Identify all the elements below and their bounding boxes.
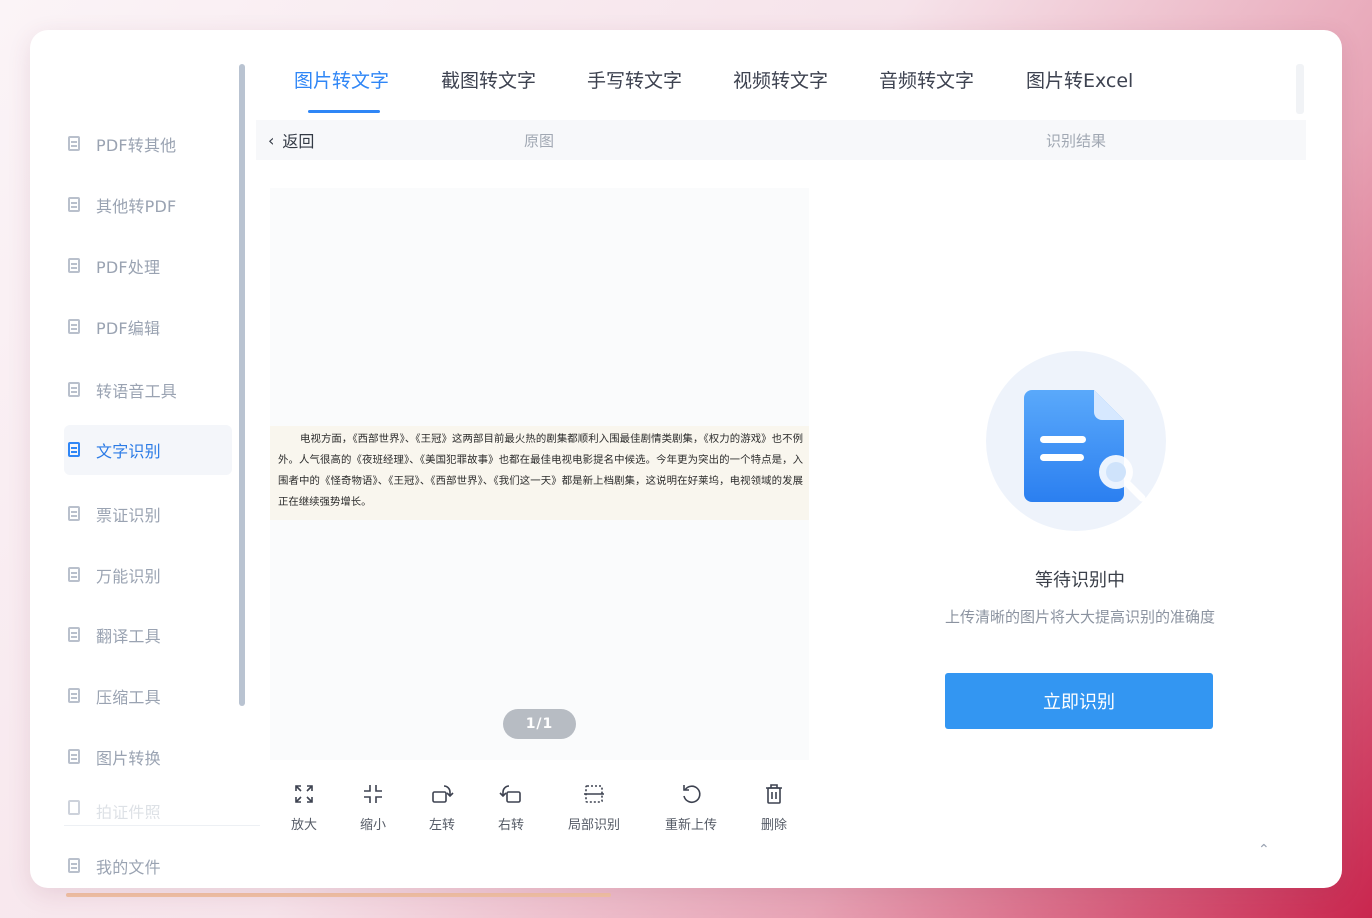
partial-recognize-button[interactable]: 局部识别 [564, 782, 624, 833]
sidebar-item-translate[interactable]: 翻译工具 [64, 610, 232, 660]
rotate-left-icon [432, 785, 454, 803]
to-pdf-icon [66, 196, 84, 214]
zoom-in-label: 放大 [290, 818, 317, 833]
sidebar-item-pdf-edit[interactable]: PDF编辑 [64, 302, 232, 352]
tab-image-to-text[interactable]: 图片转文字 [294, 66, 389, 93]
compress-arrows-icon [364, 785, 382, 803]
translate-icon [66, 626, 84, 644]
speech-icon [66, 381, 84, 399]
sidebar-scrollbar[interactable] [239, 64, 245, 706]
uploaded-image: 电视方面，《西部世界》、《王冠》这两部目前最火热的剧集都顺利入围最佳剧情类剧集，… [270, 426, 809, 520]
sidebar-item-label: 转语音工具 [96, 382, 178, 401]
active-tab-indicator [308, 110, 380, 113]
sidebar-item-label: PDF转其他 [96, 136, 177, 155]
sidebar: PDF转其他 其他转PDF PDF处理 PDF编辑 转语音工具 文字识别 票证识… [64, 64, 260, 877]
sidebar-item-my-files[interactable]: 我的文件 [64, 841, 232, 888]
tab-screenshot-to-text[interactable]: 截图转文字 [441, 66, 536, 93]
zoom-out-label: 缩小 [359, 818, 386, 833]
back-button[interactable]: ‹ 返回 [268, 128, 314, 152]
status-text: 等待识别中 [1035, 570, 1125, 591]
sidebar-item-label: 万能识别 [96, 567, 161, 586]
page-indicator: 1/1 [503, 709, 576, 739]
rotate-left-button[interactable]: 左转 [412, 782, 472, 833]
original-image-label: 原图 [524, 132, 555, 150]
sidebar-item-other-to-pdf[interactable]: 其他转PDF [64, 180, 232, 230]
sidebar-item-label: 图片转换 [96, 749, 161, 768]
sidebar-item-label: 我的文件 [96, 858, 161, 877]
sidebar-item-label: 压缩工具 [96, 688, 161, 707]
zoom-in-button[interactable]: 放大 [274, 782, 334, 833]
rotate-right-label: 右转 [497, 818, 524, 833]
trash-icon [766, 784, 782, 804]
sidebar-item-pdf-to-other[interactable]: PDF转其他 [64, 119, 232, 169]
pdf-process-icon [66, 257, 84, 275]
hint-text: 上传清晰的图片将大大提高识别的准确度 [944, 608, 1215, 626]
partial-recognize-label: 局部识别 [567, 818, 620, 833]
expand-icon [295, 785, 313, 803]
chevron-up-icon[interactable]: ⌃ [1258, 842, 1270, 858]
sidebar-item-speech[interactable]: 转语音工具 [64, 365, 232, 415]
tab-video-to-text[interactable]: 视频转文字 [733, 66, 828, 93]
image-convert-icon [66, 748, 84, 766]
refresh-icon [683, 785, 701, 803]
sidebar-item-label: 翻译工具 [96, 627, 161, 646]
pdf-convert-icon [66, 135, 84, 153]
chevron-left-icon: ‹ [268, 130, 275, 150]
sidebar-item-label: 拍证件照 [96, 803, 161, 819]
sidebar-item-label: PDF处理 [96, 258, 161, 277]
tab-handwriting-to-text[interactable]: 手写转文字 [587, 66, 682, 93]
result-panel: 等待识别中 上传清晰的图片将大大提高识别的准确度 立即识别 [890, 340, 1270, 740]
tab-audio-to-text[interactable]: 音频转文字 [879, 66, 974, 93]
tabs-scrollbar[interactable] [1296, 64, 1304, 114]
decorative-bar [66, 893, 611, 897]
sidebar-item-image-convert[interactable]: 图片转换 [64, 732, 232, 782]
pdf-edit-icon [66, 318, 84, 336]
tab-image-to-excel[interactable]: 图片转Excel [1026, 66, 1133, 93]
zoom-out-button[interactable]: 缩小 [343, 782, 403, 833]
universal-icon [66, 566, 84, 584]
delete-button[interactable]: 删除 [744, 782, 804, 833]
rotate-right-icon [499, 785, 521, 803]
document-search-icon [1024, 390, 1146, 502]
sidebar-item-label: 文字识别 [96, 442, 161, 461]
reupload-label: 重新上传 [664, 818, 717, 833]
preview-toolbar: 放大 缩小 左转 右转 局部识别 重新上传 删除 [270, 782, 810, 842]
result-label: 识别结果 [1046, 132, 1107, 150]
ticket-icon [66, 505, 84, 523]
my-files-icon [66, 857, 84, 875]
app-window: PDF转其他 其他转PDF PDF处理 PDF编辑 转语音工具 文字识别 票证识… [30, 30, 1342, 888]
crop-scan-icon [584, 785, 604, 803]
sidebar-item-ocr[interactable]: 文字识别 [64, 425, 232, 475]
back-label: 返回 [282, 132, 315, 151]
image-preview[interactable]: 电视方面，《西部世界》、《王冠》这两部目前最火热的剧集都顺利入围最佳剧情类剧集，… [270, 188, 809, 760]
sidebar-item-label: 票证识别 [96, 506, 161, 525]
recognize-now-button[interactable]: 立即识别 [945, 673, 1213, 729]
tab-bar: 图片转文字 截图转文字 手写转文字 视频转文字 音频转文字 图片转Excel [244, 64, 1308, 119]
sub-header: ‹ 返回 原图 识别结果 [256, 120, 1306, 160]
reupload-button[interactable]: 重新上传 [661, 782, 721, 833]
sidebar-item-compress[interactable]: 压缩工具 [64, 671, 232, 721]
sidebar-divider [64, 825, 260, 826]
compress-icon [66, 687, 84, 705]
sidebar-item-label: PDF编辑 [96, 319, 161, 338]
id-photo-icon [66, 799, 84, 817]
sidebar-item-pdf-process[interactable]: PDF处理 [64, 241, 232, 291]
delete-label: 删除 [760, 818, 787, 833]
sidebar-item-id-photo[interactable]: 拍证件照 [64, 799, 232, 819]
ocr-icon [66, 441, 84, 459]
sidebar-item-label: 其他转PDF [96, 197, 177, 216]
rotate-left-label: 左转 [428, 818, 455, 833]
sidebar-item-ticket[interactable]: 票证识别 [64, 489, 232, 539]
sidebar-item-universal[interactable]: 万能识别 [64, 550, 232, 600]
rotate-right-button[interactable]: 右转 [481, 782, 541, 833]
